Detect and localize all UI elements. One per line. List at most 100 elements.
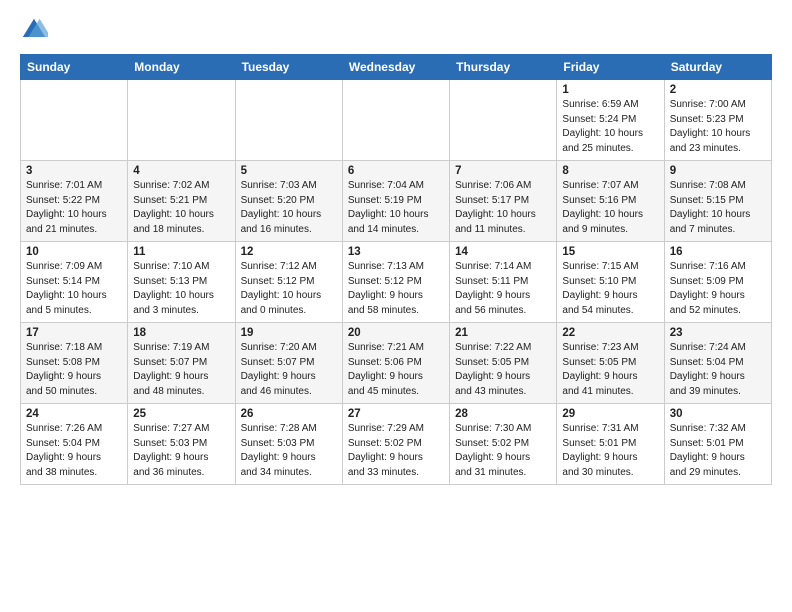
- day-cell: 15Sunrise: 7:15 AMSunset: 5:10 PMDayligh…: [557, 242, 664, 323]
- day-cell: 11 Sunrise: 7:10 AMSunset: 5:13 PMDayligh…: [128, 242, 235, 323]
- day-info: Sunrise: 7:16 AMSunset: 5:09 PMDaylight:…: [670, 260, 766, 318]
- day-info: Sunrise: 7:10 AMSunset: 5:13 PMDaylight:…: [133, 260, 229, 318]
- day-cell: 4 Sunrise: 7:02 AMSunset: 5:21 PMDaylight…: [128, 161, 235, 242]
- day-info: Sunrise: 7:07 AMSunset: 5:16 PMDaylight:…: [562, 179, 658, 237]
- day-number: 30: [670, 408, 766, 420]
- day-info: Sunrise: 7:20 AMSunset: 5:07 PMDaylight:…: [241, 341, 337, 399]
- day-cell: 19 Sunrise: 7:20 AMSunset: 5:07 PMDayligh…: [235, 323, 342, 404]
- day-number: 7: [455, 165, 551, 177]
- day-info: Sunrise: 7:27 AMSunset: 5:03 PMDaylight:…: [133, 422, 229, 480]
- day-cell: 27Sunrise: 7:29 AMSunset: 5:02 PMDayligh…: [342, 404, 449, 485]
- day-number: 28: [455, 408, 551, 420]
- day-number: 15: [562, 246, 658, 258]
- weekday-friday: Friday: [557, 55, 664, 80]
- day-number: 20: [348, 327, 444, 339]
- day-cell: 29Sunrise: 7:31 AMSunset: 5:01 PMDayligh…: [557, 404, 664, 485]
- day-number: 24: [26, 408, 122, 420]
- weekday-monday: Monday: [128, 55, 235, 80]
- day-info: Sunrise: 7:12 AMSunset: 5:12 PMDaylight:…: [241, 260, 337, 318]
- weekday-thursday: Thursday: [450, 55, 557, 80]
- day-cell: [450, 80, 557, 161]
- day-cell: 18Sunrise: 7:19 AMSunset: 5:07 PMDayligh…: [128, 323, 235, 404]
- day-info: Sunrise: 7:30 AMSunset: 5:02 PMDaylight:…: [455, 422, 551, 480]
- day-info: Sunrise: 7:13 AMSunset: 5:12 PMDaylight:…: [348, 260, 444, 318]
- day-cell: 22 Sunrise: 7:23 AMSunset: 5:05 PMDayligh…: [557, 323, 664, 404]
- day-number: 10: [26, 246, 122, 258]
- week-row-4: 17 Sunrise: 7:18 AMSunset: 5:08 PMDayligh…: [21, 323, 772, 404]
- logo-icon: [20, 16, 48, 44]
- day-info: Sunrise: 7:09 AMSunset: 5:14 PMDaylight:…: [26, 260, 122, 318]
- day-info: Sunrise: 7:32 AMSunset: 5:01 PMDaylight:…: [670, 422, 766, 480]
- day-cell: [128, 80, 235, 161]
- day-info: Sunrise: 7:00 AMSunset: 5:23 PMDaylight:…: [670, 98, 766, 156]
- day-number: 17: [26, 327, 122, 339]
- day-cell: 28 Sunrise: 7:30 AMSunset: 5:02 PMDayligh…: [450, 404, 557, 485]
- day-cell: 5Sunrise: 7:03 AMSunset: 5:20 PMDaylight…: [235, 161, 342, 242]
- day-info: Sunrise: 7:29 AMSunset: 5:02 PMDaylight:…: [348, 422, 444, 480]
- day-cell: 16 Sunrise: 7:16 AMSunset: 5:09 PMDayligh…: [664, 242, 771, 323]
- day-info: Sunrise: 7:02 AMSunset: 5:21 PMDaylight:…: [133, 179, 229, 237]
- day-info: Sunrise: 7:04 AMSunset: 5:19 PMDaylight:…: [348, 179, 444, 237]
- page: SundayMondayTuesdayWednesdayThursdayFrid…: [0, 0, 792, 612]
- weekday-wednesday: Wednesday: [342, 55, 449, 80]
- day-number: 14: [455, 246, 551, 258]
- day-cell: 25 Sunrise: 7:27 AMSunset: 5:03 PMDayligh…: [128, 404, 235, 485]
- day-info: Sunrise: 7:31 AMSunset: 5:01 PMDaylight:…: [562, 422, 658, 480]
- day-info: Sunrise: 7:28 AMSunset: 5:03 PMDaylight:…: [241, 422, 337, 480]
- day-cell: 7 Sunrise: 7:06 AMSunset: 5:17 PMDaylight…: [450, 161, 557, 242]
- day-number: 23: [670, 327, 766, 339]
- day-number: 22: [562, 327, 658, 339]
- week-row-1: 1 Sunrise: 6:59 AMSunset: 5:24 PMDaylight…: [21, 80, 772, 161]
- day-cell: 6 Sunrise: 7:04 AMSunset: 5:19 PMDaylight…: [342, 161, 449, 242]
- day-info: Sunrise: 6:59 AMSunset: 5:24 PMDaylight:…: [562, 98, 658, 156]
- day-number: 26: [241, 408, 337, 420]
- day-number: 19: [241, 327, 337, 339]
- week-row-3: 10 Sunrise: 7:09 AMSunset: 5:14 PMDayligh…: [21, 242, 772, 323]
- day-number: 6: [348, 165, 444, 177]
- day-info: Sunrise: 7:21 AMSunset: 5:06 PMDaylight:…: [348, 341, 444, 399]
- logo: [20, 16, 52, 44]
- weekday-header-row: SundayMondayTuesdayWednesdayThursdayFrid…: [21, 55, 772, 80]
- day-cell: 9Sunrise: 7:08 AMSunset: 5:15 PMDaylight…: [664, 161, 771, 242]
- week-row-2: 3Sunrise: 7:01 AMSunset: 5:22 PMDaylight…: [21, 161, 772, 242]
- day-cell: 12 Sunrise: 7:12 AMSunset: 5:12 PMDayligh…: [235, 242, 342, 323]
- day-cell: 1 Sunrise: 6:59 AMSunset: 5:24 PMDaylight…: [557, 80, 664, 161]
- day-number: 3: [26, 165, 122, 177]
- day-number: 21: [455, 327, 551, 339]
- day-cell: 14Sunrise: 7:14 AMSunset: 5:11 PMDayligh…: [450, 242, 557, 323]
- weekday-tuesday: Tuesday: [235, 55, 342, 80]
- day-cell: 8 Sunrise: 7:07 AMSunset: 5:16 PMDaylight…: [557, 161, 664, 242]
- day-number: 5: [241, 165, 337, 177]
- day-number: 8: [562, 165, 658, 177]
- day-cell: 20 Sunrise: 7:21 AMSunset: 5:06 PMDayligh…: [342, 323, 449, 404]
- day-info: Sunrise: 7:06 AMSunset: 5:17 PMDaylight:…: [455, 179, 551, 237]
- day-number: 13: [348, 246, 444, 258]
- day-cell: [21, 80, 128, 161]
- header: [20, 16, 772, 44]
- day-number: 4: [133, 165, 229, 177]
- day-cell: 26 Sunrise: 7:28 AMSunset: 5:03 PMDayligh…: [235, 404, 342, 485]
- day-info: Sunrise: 7:18 AMSunset: 5:08 PMDaylight:…: [26, 341, 122, 399]
- weekday-saturday: Saturday: [664, 55, 771, 80]
- day-cell: 2 Sunrise: 7:00 AMSunset: 5:23 PMDaylight…: [664, 80, 771, 161]
- day-info: Sunrise: 7:26 AMSunset: 5:04 PMDaylight:…: [26, 422, 122, 480]
- day-number: 11: [133, 246, 229, 258]
- day-info: Sunrise: 7:22 AMSunset: 5:05 PMDaylight:…: [455, 341, 551, 399]
- day-number: 25: [133, 408, 229, 420]
- day-cell: 21 Sunrise: 7:22 AMSunset: 5:05 PMDayligh…: [450, 323, 557, 404]
- calendar-table: SundayMondayTuesdayWednesdayThursdayFrid…: [20, 54, 772, 485]
- day-number: 12: [241, 246, 337, 258]
- day-cell: [235, 80, 342, 161]
- day-info: Sunrise: 7:23 AMSunset: 5:05 PMDaylight:…: [562, 341, 658, 399]
- weekday-sunday: Sunday: [21, 55, 128, 80]
- day-info: Sunrise: 7:08 AMSunset: 5:15 PMDaylight:…: [670, 179, 766, 237]
- day-cell: 13 Sunrise: 7:13 AMSunset: 5:12 PMDayligh…: [342, 242, 449, 323]
- day-info: Sunrise: 7:19 AMSunset: 5:07 PMDaylight:…: [133, 341, 229, 399]
- day-number: 16: [670, 246, 766, 258]
- day-cell: [342, 80, 449, 161]
- day-cell: 17 Sunrise: 7:18 AMSunset: 5:08 PMDayligh…: [21, 323, 128, 404]
- day-cell: 30 Sunrise: 7:32 AMSunset: 5:01 PMDayligh…: [664, 404, 771, 485]
- day-number: 2: [670, 84, 766, 96]
- day-cell: 3Sunrise: 7:01 AMSunset: 5:22 PMDaylight…: [21, 161, 128, 242]
- day-number: 1: [562, 84, 658, 96]
